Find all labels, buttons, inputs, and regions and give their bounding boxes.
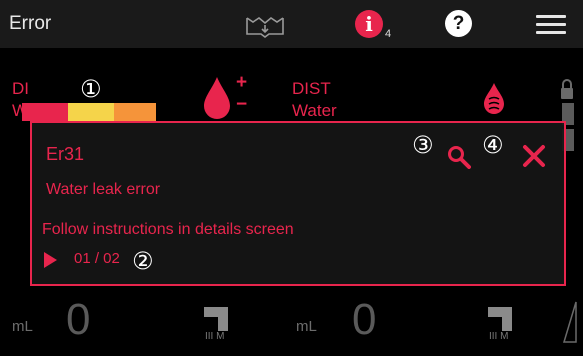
top-bar: Error i 4 ? <box>0 0 583 48</box>
minus-sign[interactable]: − <box>236 94 247 116</box>
right-unit: mL <box>296 318 317 335</box>
scroll-indicator-icon <box>562 301 577 343</box>
error-dialog: Er31 Water leak error Follow instruction… <box>30 121 566 286</box>
close-icon[interactable] <box>521 143 547 169</box>
right-tank-label: DIST <box>292 79 331 98</box>
page-indicator: 01 / 02 <box>74 250 120 267</box>
book-droplet-icon[interactable] <box>244 14 286 38</box>
left-mode-label: III M <box>205 331 225 342</box>
callout-3: ③ <box>412 131 434 159</box>
error-message: Water leak error <box>46 181 161 198</box>
info-icon[interactable]: i <box>355 10 383 38</box>
hamburger-menu-icon[interactable] <box>536 15 566 35</box>
left-tank-label: DI <box>12 79 29 98</box>
play-icon[interactable] <box>44 252 57 268</box>
right-tank-label-2: Water <box>292 101 337 120</box>
left-unit: mL <box>12 318 33 335</box>
notification-count: 4 <box>385 28 392 40</box>
callout-1: ① <box>80 75 102 103</box>
distilled-water-icon <box>484 83 504 114</box>
right-volume: 0 <box>352 295 377 344</box>
plus-sign[interactable]: + <box>236 72 247 94</box>
left-volume: 0 <box>66 295 91 344</box>
help-icon[interactable]: ? <box>445 10 472 37</box>
callout-4: ④ <box>482 131 504 159</box>
window-title: Error <box>9 13 52 34</box>
error-instruction: Follow instructions in details screen <box>42 221 294 238</box>
search-icon[interactable] <box>447 145 471 169</box>
lock-icon[interactable] <box>559 78 575 100</box>
droplet-icon[interactable] <box>200 75 234 119</box>
level-bar-yellow <box>68 103 114 121</box>
callout-2: ② <box>132 247 154 275</box>
level-bar-orange <box>114 103 156 121</box>
level-bar-red <box>22 103 68 121</box>
right-mode-label: III M <box>489 331 509 342</box>
error-code: Er31 <box>46 144 85 164</box>
